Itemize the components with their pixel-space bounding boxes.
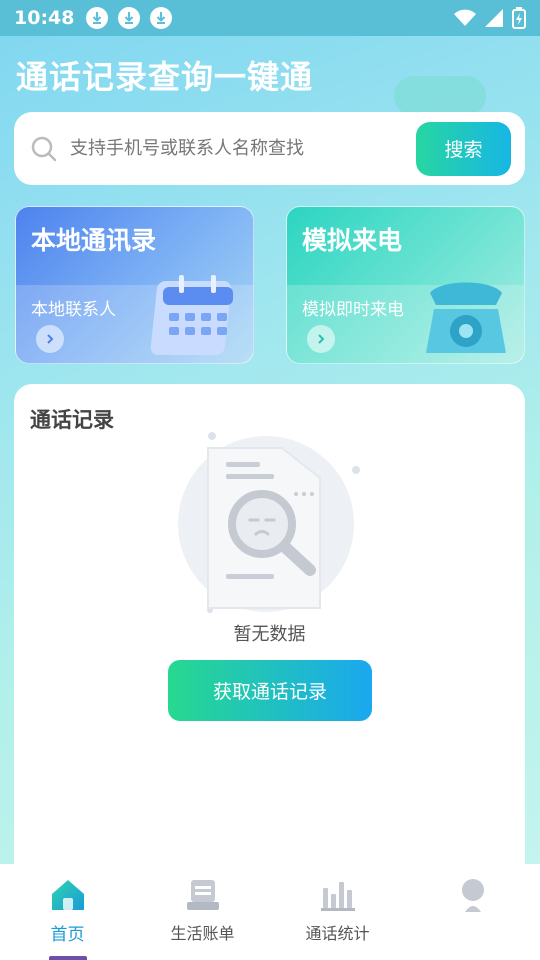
call-records-panel: 通话记录 暂无数据 获取通话记录 (14, 384, 525, 884)
home-icon (51, 880, 84, 910)
nav-item-stats[interactable]: 通话统计 (270, 864, 405, 960)
active-tab-indicator (49, 956, 87, 960)
nav-item-home[interactable]: 首页 (0, 864, 135, 960)
battery-icon (512, 7, 526, 29)
bill-icon (186, 880, 219, 910)
card-subtitle: 本地联系人 (31, 300, 116, 320)
download-icon (150, 7, 173, 29)
status-time: 10:48 (14, 7, 75, 29)
card-title: 模拟来电 (302, 226, 403, 255)
empty-state-illustration (178, 432, 360, 613)
status-bar: 10:48 (0, 0, 540, 36)
status-icons (454, 7, 526, 29)
bottom-nav: 首页 生活账单 通话统计 (0, 864, 540, 960)
nav-label: 首页 (50, 925, 85, 945)
search-bar: 搜索 (14, 112, 525, 185)
section-title: 通话记录 (30, 408, 114, 432)
fetch-call-records-button[interactable]: 获取通话记录 (168, 660, 372, 721)
chevron-right-icon[interactable] (307, 325, 335, 353)
download-icon (86, 7, 109, 29)
decorative-blob (394, 76, 486, 116)
nav-item-bills[interactable]: 生活账单 (135, 864, 270, 960)
card-subtitle: 模拟即时来电 (302, 300, 404, 320)
nav-label: 生活账单 (170, 924, 235, 943)
simulated-call-card[interactable]: 模拟来电 模拟即时来电 (286, 206, 525, 364)
card-title: 本地通讯录 (31, 226, 157, 255)
wifi-icon (454, 9, 476, 26)
local-contacts-card[interactable]: 本地通讯录 本地联系人 (15, 206, 254, 364)
calendar-icon (150, 275, 233, 355)
chevron-right-icon[interactable] (36, 325, 64, 353)
telephone-icon (426, 282, 506, 353)
nav-label: 通话统计 (305, 924, 370, 943)
signal-icon (485, 9, 503, 27)
search-button[interactable]: 搜索 (416, 121, 511, 176)
download-icon (118, 7, 141, 29)
page-title: 通话记录查询一键通 (16, 58, 314, 96)
profile-icon (461, 879, 484, 912)
empty-state-text: 暂无数据 (233, 624, 306, 645)
search-icon (31, 136, 57, 161)
stats-icon (320, 882, 355, 911)
nav-item-profile[interactable] (405, 864, 540, 960)
search-input[interactable] (70, 138, 416, 159)
